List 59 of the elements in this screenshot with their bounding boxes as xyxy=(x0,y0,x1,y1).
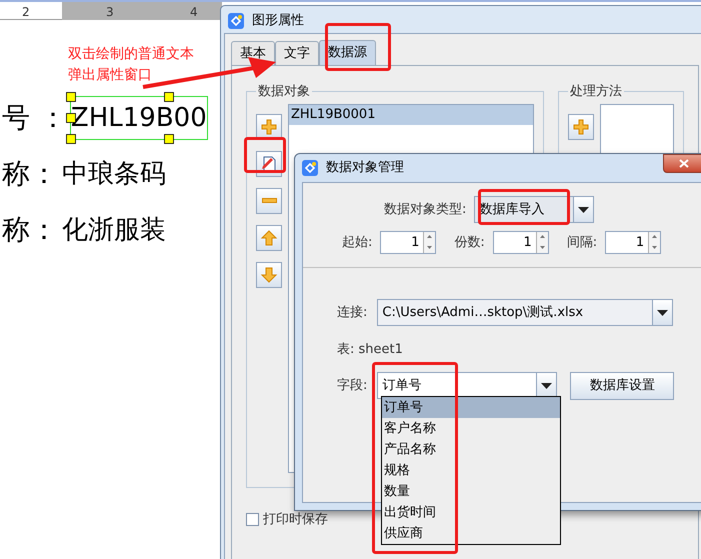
close-button[interactable] xyxy=(663,154,701,173)
connection-dropdown[interactable]: C:\Users\Admi…sktop\测试.xlsx xyxy=(377,299,674,326)
caret-icon xyxy=(541,382,552,388)
field-label: 数据对象类型: xyxy=(384,200,466,219)
tool-button[interactable] xyxy=(256,188,282,214)
dropdown-option[interactable]: 数量 xyxy=(382,481,560,502)
list-item[interactable]: ZHL19B0001 xyxy=(289,104,533,124)
checkbox[interactable] xyxy=(246,513,259,526)
ruler-number: 4 xyxy=(190,4,198,21)
label-text: 称： xyxy=(2,156,58,192)
field-label: 份数: xyxy=(454,234,485,252)
number-spinner[interactable]: 1 xyxy=(380,231,436,254)
database-settings-button[interactable]: 数据库设置 xyxy=(570,372,674,400)
group-title: 处理方法 xyxy=(569,83,623,101)
dropdown-option[interactable]: 订单号 xyxy=(382,397,560,418)
ruler-number: 2 xyxy=(22,4,30,21)
down-arrow-icon xyxy=(260,266,278,284)
annotation-text: 双击绘制的普通文本 xyxy=(68,45,194,64)
pencil-page-icon xyxy=(260,154,278,172)
dropdown-option[interactable]: 产品名称 xyxy=(382,439,560,460)
field-label: 连接: xyxy=(337,304,368,322)
tab[interactable]: 文字 xyxy=(275,41,319,65)
dropdown-option[interactable]: 供应商 xyxy=(382,523,560,544)
label-text: 称： xyxy=(2,212,58,248)
app-icon xyxy=(302,160,318,176)
tab[interactable]: 数据源 xyxy=(319,40,376,65)
table-name: 表: sheet1 xyxy=(337,341,404,359)
checkbox-label: 打印时保存 xyxy=(263,511,328,529)
up-arrow-icon xyxy=(260,228,278,246)
field-label: 间隔: xyxy=(566,234,598,252)
tool-button[interactable] xyxy=(256,114,282,140)
ruler-number: 3 xyxy=(106,4,114,21)
caret-icon xyxy=(578,206,590,212)
tool-button[interactable] xyxy=(568,114,594,140)
field-label: 字段: xyxy=(337,376,368,395)
dialog-title: 数据对象管理 xyxy=(326,159,404,178)
number-spinner[interactable]: 1 xyxy=(492,231,549,254)
close-icon xyxy=(679,159,689,168)
label-text-object[interactable]: ZHL19B00 xyxy=(66,92,212,144)
label-text: 号 ： xyxy=(2,100,67,136)
app-icon xyxy=(228,13,244,29)
label-text-object[interactable]: 中琅条码 xyxy=(57,148,171,200)
dropdown-option[interactable]: 出货时间 xyxy=(382,502,560,523)
highlight-frame xyxy=(244,137,286,173)
plus-icon xyxy=(260,118,278,136)
group-title: 数据对象 xyxy=(257,83,311,101)
caret-icon xyxy=(657,310,668,316)
plus-icon xyxy=(572,118,590,136)
dropdown-option[interactable]: 规格 xyxy=(382,460,560,481)
annotation-text: 弹出属性窗口 xyxy=(68,66,153,85)
tool-button[interactable] xyxy=(256,262,282,288)
number-spinner[interactable]: 1 xyxy=(605,231,662,254)
tool-button[interactable] xyxy=(256,224,282,250)
window-title: 图形属性 xyxy=(252,12,304,30)
minus-icon xyxy=(262,198,276,203)
label-text-object[interactable]: 化浙服装 xyxy=(57,204,171,256)
field-label: 起始: xyxy=(342,234,372,252)
dropdown-option[interactable]: 客户名称 xyxy=(382,418,560,439)
highlight-frame xyxy=(325,23,391,71)
